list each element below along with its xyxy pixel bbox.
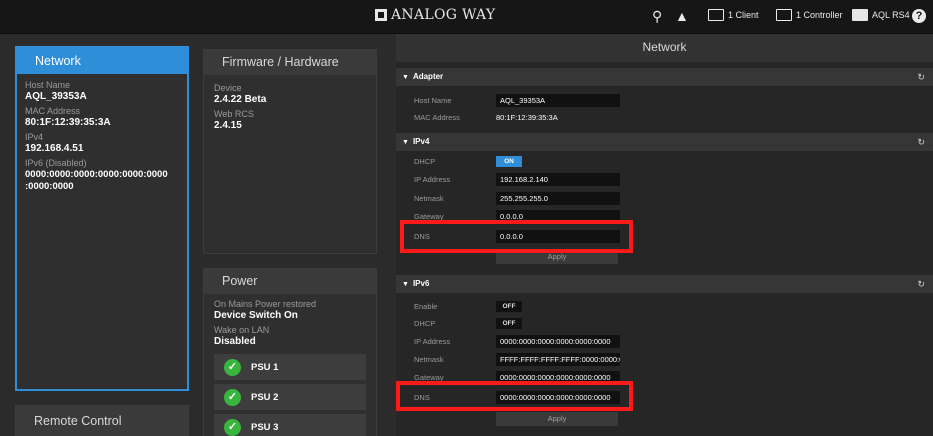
mac-value: 80:1F:12:39:35:3A [25, 117, 111, 128]
psu-label: PSU 1 [251, 361, 279, 373]
netmask-field[interactable]: FFFF:FFFF:FFFF:FFFF:0000:0000:0 [496, 352, 620, 366]
top-bar: ANALOG WAY ⚲ ▲ 1 Client 1 Controller AQL… [0, 0, 933, 34]
device-version-value: 2.4.22 Beta [214, 94, 267, 105]
ipv4-value: 192.168.4.51 [25, 143, 84, 154]
adapter-header-label: Adapter [412, 72, 444, 81]
remote-control-card[interactable]: Remote Control [15, 405, 189, 436]
check-circle-icon: ✓ [224, 388, 241, 406]
network-card-title: Network [17, 48, 187, 74]
search-icon[interactable]: ⚲ [652, 8, 662, 24]
laptop-icon [708, 9, 724, 21]
netmask-field[interactable]: 255.255.255.0 [496, 191, 620, 205]
controller-indicator[interactable]: 1 Controller [776, 9, 843, 21]
host-name-field[interactable]: AQL_39353A [496, 93, 620, 107]
dhcp-label: DHCP [414, 156, 436, 166]
wake-on-lan-label: Wake on LAN [214, 325, 270, 335]
host-name-value: AQL_39353A [25, 91, 87, 102]
adapter-section-header[interactable]: ▼ Adapter ↻ [396, 68, 933, 86]
ipv6-enable-row: Enable OFF [414, 299, 522, 313]
psu-row: ✓ PSU 3 [214, 414, 366, 436]
ip-address-label: IP Address [414, 174, 451, 184]
refresh-icon[interactable]: ↻ [917, 68, 925, 86]
power-card[interactable]: Power On Mains Power restored Device Swi… [203, 268, 377, 436]
webrcs-version-label: Web RCS [214, 109, 254, 119]
mac-label: MAC Address [414, 112, 460, 122]
ip-address-field[interactable]: 0000:0000:0000:0000:0000:0000 [496, 334, 620, 348]
enable-label: Enable [414, 301, 438, 311]
device-version-label: Device [214, 83, 242, 93]
panel-title: Network [396, 34, 933, 62]
psu-label: PSU 2 [251, 391, 279, 403]
dhcp-toggle[interactable]: ON [496, 155, 522, 167]
ipv6-value-line2: :0000:0000 [25, 181, 74, 192]
ip-address-field[interactable]: 192.168.2.140 [496, 172, 620, 186]
controller-label: 1 Controller [796, 10, 843, 20]
dhcp-label: DHCP [414, 318, 436, 328]
ipv4-header-label: IPv4 [412, 137, 430, 146]
refresh-icon[interactable]: ↻ [917, 275, 925, 293]
ipv4-dns-highlight [400, 220, 633, 253]
brand-name: ANALOG WAY [391, 7, 496, 23]
ipv4-label: IPv4 [25, 132, 44, 142]
host-name-label: Host Name [25, 80, 71, 90]
notification-bell-icon[interactable]: ▲ [675, 8, 689, 24]
device-icon [852, 9, 868, 21]
ipv6-ip-row: IP Address 0000:0000:0000:0000:0000:0000 [414, 334, 620, 348]
check-circle-icon: ✓ [224, 358, 241, 376]
firmware-card-title: Firmware / Hardware [204, 50, 376, 75]
ipv6-header-label: IPv6 [412, 279, 430, 288]
brand-logo: ANALOG WAY [375, 7, 495, 23]
psu-label: PSU 3 [251, 421, 279, 433]
firmware-card[interactable]: Firmware / Hardware Device 2.4.22 Beta W… [203, 49, 377, 254]
network-card[interactable]: Network Host Name AQL_39353A MAC Address… [15, 46, 189, 391]
dhcp-toggle[interactable]: OFF [496, 317, 522, 329]
webrcs-version-value: 2.4.15 [214, 120, 242, 131]
ipv6-label: IPv6 (Disabled) [25, 158, 87, 168]
ip-address-label: IP Address [414, 336, 451, 346]
controller-icon [776, 9, 792, 21]
device-label: AQL RS4 [872, 10, 910, 20]
wake-on-lan-value: Disabled [214, 336, 256, 347]
refresh-icon[interactable]: ↻ [917, 133, 925, 151]
ipv6-section-header[interactable]: ▼ IPv6 ↻ [396, 275, 933, 293]
collapse-arrow-icon: ▼ [402, 74, 409, 81]
netmask-label: Netmask [414, 354, 444, 364]
enable-toggle[interactable]: OFF [496, 300, 522, 312]
collapse-arrow-icon: ▼ [402, 139, 409, 146]
psu-row: ✓ PSU 1 [214, 354, 366, 380]
brand-mark-icon [375, 9, 387, 21]
ipv4-ip-row: IP Address 192.168.2.140 [414, 172, 620, 186]
client-label: 1 Client [728, 10, 759, 20]
adapter-mac-row: MAC Address 80:1F:12:39:35:3A [414, 110, 558, 124]
device-indicator[interactable]: AQL RS4 [852, 9, 910, 21]
check-circle-icon: ✓ [224, 418, 241, 436]
remote-control-card-title: Remote Control [16, 406, 188, 436]
mac-label: MAC Address [25, 106, 81, 116]
netmask-label: Netmask [414, 193, 444, 203]
ipv4-dhcp-row: DHCP ON [414, 154, 522, 168]
psu-row: ✓ PSU 2 [214, 384, 366, 410]
ipv6-dns-highlight [396, 381, 633, 411]
adapter-host-name-row: Host Name AQL_39353A [414, 93, 620, 107]
power-card-title: Power [204, 269, 376, 294]
client-indicator[interactable]: 1 Client [708, 9, 759, 21]
ipv6-apply-button[interactable]: Apply [496, 412, 618, 426]
ipv6-value-line1: 0000:0000:0000:0000:0000:0000 [25, 169, 168, 180]
ipv6-dhcp-row: DHCP OFF [414, 316, 522, 330]
mains-power-label: On Mains Power restored [214, 299, 317, 309]
ipv4-netmask-row: Netmask 255.255.255.0 [414, 191, 620, 205]
collapse-arrow-icon: ▼ [402, 281, 409, 288]
help-icon[interactable]: ? [912, 9, 926, 23]
mains-power-value: Device Switch On [214, 310, 298, 321]
ipv6-netmask-row: Netmask FFFF:FFFF:FFFF:FFFF:0000:0000:0 [414, 352, 620, 366]
host-name-label: Host Name [414, 95, 452, 105]
ipv4-section-header[interactable]: ▼ IPv4 ↻ [396, 133, 933, 151]
mac-value: 80:1F:12:39:35:3A [496, 112, 558, 122]
